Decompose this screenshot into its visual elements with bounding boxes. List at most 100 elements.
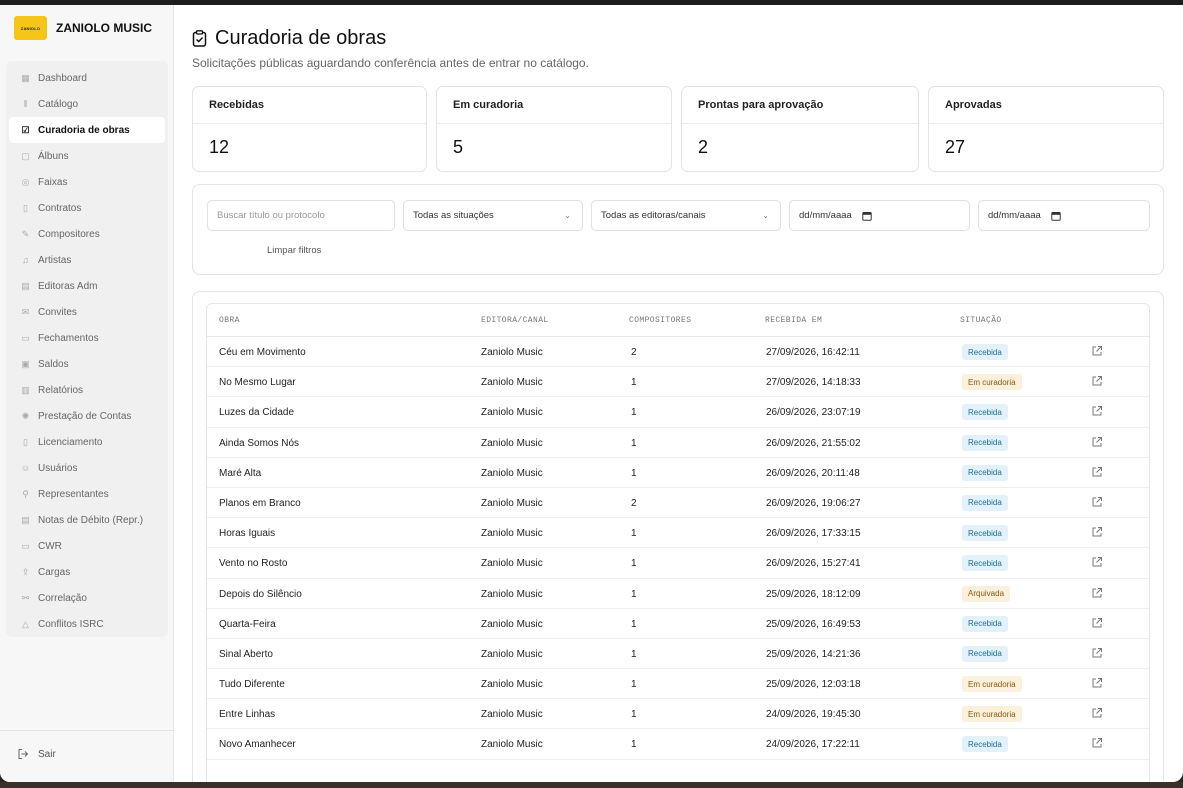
sidebar-item-usuarios[interactable]: ☺ Usuários (9, 455, 165, 481)
users-icon: ☺ (20, 463, 31, 473)
column-header-editora[interactable]: EDITORA/CANAL (481, 316, 549, 325)
sidebar-item-convites[interactable]: ✉ Convites (9, 299, 165, 325)
sidebar-nav: ▦ Dashboard ⫴ Catálogo ☑ Curadoria de obras ▢ Á… (6, 61, 168, 637)
open-external-icon[interactable] (1091, 375, 1103, 387)
column-header-obra[interactable]: OBRA (219, 316, 240, 325)
table-row[interactable]: Maré Alta Zaniolo Music 1 26/09/2026, 20:11… (207, 458, 1149, 488)
link-icon: ⚯ (21, 592, 30, 603)
status-select-value: Todas as situações (413, 210, 494, 221)
table-row[interactable]: Céu em Movimento Zaniolo Music 2 27/09/2026… (207, 337, 1149, 368)
table-row[interactable]: Depois do Silêncio Zaniolo Music 1 25/09/20… (207, 579, 1149, 609)
table-row[interactable]: Entre Linhas Zaniolo Music 1 24/09/2026, 19… (207, 699, 1149, 730)
filters-panel: Todas as situações ⌄ Todas as editoras/c… (192, 184, 1164, 275)
date-from-input[interactable]: dd/mm/aaaa (789, 200, 970, 231)
sidebar-item-contratos[interactable]: ▯ Contratos (9, 195, 165, 221)
cell-recebida: 26/09/2026, 21:55:02 (766, 437, 861, 449)
clipboard-check-icon (192, 30, 207, 47)
table-row[interactable]: Novo Amanhecer Zaniolo Music 1 24/09/2026, … (207, 729, 1149, 760)
table-row[interactable]: Horas Iguais Zaniolo Music 1 26/09/2026, 17… (207, 518, 1149, 549)
works-table: OBRA EDITORA/CANAL COMPOSITORES RECEBIDA… (206, 303, 1150, 782)
open-external-icon[interactable] (1091, 466, 1103, 478)
column-header-compositores[interactable]: COMPOSITORES (629, 316, 691, 325)
brand-logo: ZANIOLO (14, 16, 47, 40)
date-to-input[interactable]: dd/mm/aaaa (978, 200, 1150, 231)
sidebar-item-fechamentos[interactable]: ▭ Fechamentos (9, 325, 165, 351)
cell-obra: Depois do Silêncio (219, 588, 302, 600)
table-row[interactable]: Ainda Somos Nós Zaniolo Music 1 26/09/2026,… (207, 428, 1149, 458)
status-select[interactable]: Todas as situações ⌄ (403, 200, 583, 231)
open-external-icon[interactable] (1091, 587, 1103, 599)
sidebar-item-label: Conflitos ISRC (38, 618, 104, 630)
cell-editora: Zaniolo Music (481, 709, 543, 721)
search-input[interactable] (217, 210, 394, 221)
cell-recebida: 26/09/2026, 23:07:19 (766, 407, 861, 419)
open-external-icon[interactable] (1091, 556, 1103, 568)
sidebar-item-relatorios[interactable]: ▥ Relatórios (9, 377, 165, 403)
column-header-situacao[interactable]: SITUAÇÃO (960, 316, 1002, 325)
open-external-icon[interactable] (1091, 617, 1103, 629)
sidebar-item-editoras-adm[interactable]: ▤ Editoras Adm (9, 273, 165, 299)
sidebar-item-saldos[interactable]: ▣ Saldos (9, 351, 165, 377)
status-badge: Em curadoria (962, 706, 1022, 723)
status-badge: Recebida (962, 464, 1008, 481)
sidebar-item-catalogo[interactable]: ⫴ Catálogo (9, 91, 165, 117)
warning-icon: △ (22, 618, 29, 629)
sidebar-item-conflitos-isrc[interactable]: △ Conflitos ISRC (9, 611, 165, 637)
open-external-icon[interactable] (1091, 496, 1103, 508)
calendar-icon[interactable] (1051, 211, 1061, 221)
sidebar-item-prestacao-de-contas[interactable]: ✺ Prestação de Contas (9, 403, 165, 429)
sidebar-item-correlacao[interactable]: ⚯ Correlação (9, 585, 165, 611)
cell-compositores: 1 (631, 407, 637, 419)
sidebar-item-albuns[interactable]: ▢ Álbuns (9, 143, 165, 169)
upload-icon: ⇪ (21, 566, 30, 577)
table-row[interactable]: Planos em Branco Zaniolo Music 2 26/09/2026… (207, 488, 1149, 519)
sidebar-item-dashboard[interactable]: ▦ Dashboard (9, 65, 165, 91)
table-row[interactable]: Quarta-Feira Zaniolo Music 1 25/09/2026, 16… (207, 609, 1149, 639)
badge-icon: ✺ (21, 410, 30, 421)
cell-compositores: 1 (631, 558, 637, 570)
publisher-select[interactable]: Todas as editoras/canais ⌄ (591, 200, 781, 231)
sidebar-item-cargas[interactable]: ⇪ Cargas (9, 559, 165, 585)
status-badge: Em curadoria (962, 374, 1022, 391)
cell-editora: Zaniolo Music (481, 558, 543, 570)
cell-obra: No Mesmo Lugar (219, 377, 296, 389)
stat-value: 12 (209, 137, 230, 157)
cell-recebida: 26/09/2026, 15:27:41 (766, 558, 861, 570)
table-row[interactable]: Sinal Aberto Zaniolo Music 1 25/09/2026, 14… (207, 639, 1149, 670)
status-badge: Recebida (962, 494, 1008, 511)
sidebar-item-curadoria-de-obras[interactable]: ☑ Curadoria de obras (9, 117, 165, 143)
sidebar-item-representantes[interactable]: ⚲ Representantes (9, 481, 165, 507)
open-external-icon[interactable] (1091, 526, 1103, 538)
table-row[interactable]: Vento no Rosto Zaniolo Music 1 26/09/2026, … (207, 548, 1149, 579)
desktop-background (0, 782, 1183, 788)
table-row[interactable]: Luzes da Cidade Zaniolo Music 1 26/09/2026,… (207, 397, 1149, 428)
stat-card-aprovadas: Aprovadas 27 (928, 86, 1164, 172)
sidebar-item-artistas[interactable]: ♫ Artistas (9, 247, 165, 273)
open-external-icon[interactable] (1091, 737, 1103, 749)
calendar-icon[interactable] (862, 211, 872, 221)
sidebar-item-licenciamento[interactable]: ▯ Licenciamento (9, 429, 165, 455)
open-external-icon[interactable] (1091, 647, 1103, 659)
status-badge: Recebida (962, 525, 1008, 542)
column-header-recebida[interactable]: RECEBIDA EM (765, 316, 822, 325)
brand[interactable]: ZANIOLO ZANIOLO MUSIC (14, 16, 152, 40)
clear-filters-button[interactable]: Limpar filtros (267, 245, 321, 256)
sidebar-item-compositores[interactable]: ✎ Compositores (9, 221, 165, 247)
cell-recebida: 27/09/2026, 16:42:11 (766, 347, 860, 358)
user-key-icon: ⚲ (22, 488, 29, 499)
table-row[interactable]: Tudo Diferente Zaniolo Music 1 25/09/2026, … (207, 669, 1149, 700)
open-external-icon[interactable] (1091, 677, 1103, 689)
open-external-icon[interactable] (1091, 707, 1103, 719)
sidebar-item-notas-de-debito-repr[interactable]: ▤ Notas de Débito (Repr.) (9, 507, 165, 533)
sidebar-item-label: Faixas (38, 176, 68, 188)
cell-recebida: 24/09/2026, 19:45:30 (766, 709, 861, 721)
sidebar-item-cwr[interactable]: ▭ CWR (9, 533, 165, 559)
sidebar-item-faixas[interactable]: ◎ Faixas (9, 169, 165, 195)
logout-button[interactable]: Sair (17, 748, 56, 760)
open-external-icon[interactable] (1091, 405, 1103, 417)
open-external-icon[interactable] (1091, 345, 1103, 357)
main-content: Curadoria de obras Solicitações públicas… (174, 5, 1183, 782)
table-row[interactable]: No Mesmo Lugar Zaniolo Music 1 27/09/2026, … (207, 367, 1149, 398)
cell-editora: Zaniolo Music (481, 618, 543, 630)
open-external-icon[interactable] (1091, 436, 1103, 448)
